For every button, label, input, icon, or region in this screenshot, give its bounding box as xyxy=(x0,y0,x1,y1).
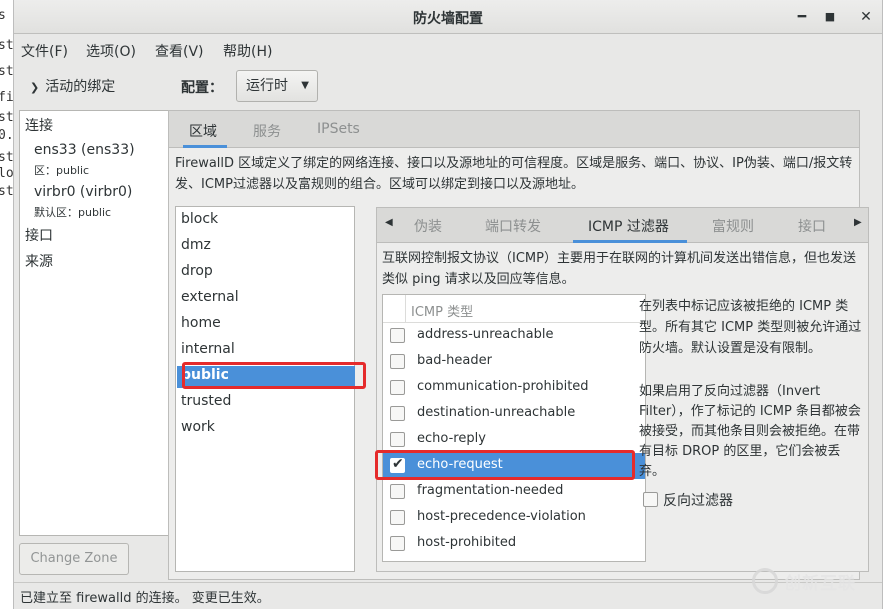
icmp-list-header: ICMP 类型 xyxy=(383,295,645,323)
column-separator xyxy=(405,295,406,322)
icmp-type-column-header[interactable]: ICMP 类型 xyxy=(411,301,473,320)
invert-filter-label[interactable]: 反向过滤器 xyxy=(663,490,733,510)
tab-icmp-filter[interactable]: ICMP 过滤器 xyxy=(588,216,669,236)
highlight-box-public xyxy=(182,362,366,389)
menu-bar: 文件(F) 选项(O) 查看(V) 帮助(H) xyxy=(14,34,882,64)
icmp-type-label: communication-prohibited xyxy=(417,379,589,394)
connections-header: 连接 xyxy=(25,118,53,134)
invert-filter-help-text: 如果启用了反向过滤器（Invert Filter），作了标记的 ICMP 条目都… xyxy=(639,384,861,479)
icmp-type-row[interactable]: host-precedence-violation xyxy=(383,505,645,531)
zone-item-home[interactable]: home xyxy=(181,315,221,331)
zone-settings-tabs: ◀ 伪装 端口转发 ICMP 过滤器 富规则 接口 ▶ xyxy=(376,207,869,243)
tab-rich-rules[interactable]: 富规则 xyxy=(712,216,754,236)
icmp-type-label: bad-header xyxy=(417,353,492,368)
terminal-fragment: st xyxy=(0,64,14,79)
zone-item-drop[interactable]: drop xyxy=(181,263,213,279)
tab-interfaces[interactable]: 接口 xyxy=(798,216,826,236)
icmp-type-row[interactable]: address-unreachable xyxy=(383,323,645,349)
active-bindings-toggle[interactable]: ❯ 活动的绑定 xyxy=(30,76,115,96)
watermark-logo: 创新互联 xyxy=(752,566,882,594)
zone-item-work[interactable]: work xyxy=(181,419,215,435)
icmp-type-label: destination-unreachable xyxy=(417,405,576,420)
icmp-type-row[interactable]: bad-header xyxy=(383,349,645,375)
firewall-config-window: 防火墙配置 ━ ■ ✕ 文件(F) 选项(O) 查看(V) 帮助(H) ❯ 活动的… xyxy=(14,0,882,609)
chevron-down-icon: ❯ xyxy=(30,81,40,94)
icmp-type-label: host-prohibited xyxy=(417,535,517,550)
config-label: 配置： xyxy=(181,80,223,96)
background-terminal: sststfist0.stlost xyxy=(0,0,14,609)
icmp-type-row[interactable]: fragmentation-needed xyxy=(383,479,645,505)
minimize-icon[interactable]: ━ xyxy=(792,7,812,27)
invert-filter-checkbox[interactable] xyxy=(643,492,658,507)
window-title: 防火墙配置 xyxy=(413,11,483,27)
menu-options[interactable]: 选项(O) xyxy=(86,41,136,61)
icmp-type-row[interactable]: communication-prohibited xyxy=(383,375,645,401)
terminal-fragment: fi xyxy=(0,90,14,105)
background-window-edge xyxy=(882,0,888,609)
interfaces-header: 接口 xyxy=(25,228,53,244)
terminal-fragment: st xyxy=(0,110,14,125)
bindings-list: 连接 ens33 (ens33) 区：public virbr0 (virbr0… xyxy=(19,110,169,536)
icmp-type-label: address-unreachable xyxy=(417,327,554,342)
icmp-type-row[interactable]: host-prohibited xyxy=(383,531,645,557)
tab-port-forwarding[interactable]: 端口转发 xyxy=(485,216,541,236)
tab-zones[interactable]: 区域 xyxy=(189,121,217,141)
terminal-fragment: lo xyxy=(0,166,14,181)
active-bindings-label: 活动的绑定 xyxy=(45,79,116,95)
icmp-type-checkbox[interactable] xyxy=(390,328,405,343)
maximize-icon[interactable]: ■ xyxy=(820,7,840,27)
menu-file[interactable]: 文件(F) xyxy=(21,41,68,61)
connection-ens33[interactable]: ens33 (ens33) xyxy=(34,142,135,158)
connection-ens33-zone: 区：public xyxy=(34,164,90,177)
title-bar[interactable]: 防火墙配置 ━ ■ ✕ xyxy=(14,0,882,34)
menu-view[interactable]: 查看(V) xyxy=(155,41,204,61)
zone-list: block dmz drop external home internal pu… xyxy=(175,206,355,572)
icmp-type-checkbox[interactable] xyxy=(390,406,405,421)
icmp-help-text: 在列表中标记应该被拒绝的 ICMP 类型。所有其它 ICMP 类型则被允许通过防… xyxy=(639,299,862,356)
icmp-type-checkbox[interactable] xyxy=(390,536,405,551)
icmp-type-checkbox[interactable] xyxy=(390,484,405,499)
dropdown-arrow-icon: ▼ xyxy=(301,80,309,91)
zone-item-dmz[interactable]: dmz xyxy=(181,237,211,253)
zone-item-internal[interactable]: internal xyxy=(181,341,235,357)
tabs-scroll-left-icon[interactable]: ◀ xyxy=(385,217,393,228)
main-tabs: 区域 服务 IPSets xyxy=(168,110,860,148)
icmp-type-checkbox[interactable] xyxy=(390,380,405,395)
menu-help[interactable]: 帮助(H) xyxy=(223,41,272,61)
watermark-text: 创新互联 xyxy=(784,574,856,594)
tab-services[interactable]: 服务 xyxy=(253,121,281,141)
icmp-description: 互联网控制报文协议（ICMP）主要用于在联网的计算机间发送出错信息，但也发送类似… xyxy=(382,251,856,287)
highlight-box-echo-request xyxy=(375,450,635,480)
status-text: 已建立至 firewalld 的连接。 变更已生效。 xyxy=(20,591,270,606)
terminal-fragment: s xyxy=(0,8,6,23)
zone-item-block[interactable]: block xyxy=(181,211,218,227)
icmp-type-label: echo-reply xyxy=(417,431,486,446)
config-select[interactable]: 运行时 ▼ xyxy=(236,70,318,102)
icmp-type-list: ICMP 类型 address-unreachable bad-header com… xyxy=(382,294,646,562)
terminal-fragment: st xyxy=(0,38,14,53)
zone-item-trusted[interactable]: trusted xyxy=(181,393,231,409)
icmp-type-checkbox[interactable] xyxy=(390,510,405,525)
change-zone-button[interactable]: Change Zone xyxy=(19,543,129,575)
icmp-type-checkbox[interactable] xyxy=(390,354,405,369)
tab-ipsets[interactable]: IPSets xyxy=(317,121,360,137)
watermark-logo-icon xyxy=(752,568,778,594)
connection-virbr0[interactable]: virbr0 (virbr0) xyxy=(34,184,132,200)
zone-item-external[interactable]: external xyxy=(181,289,239,305)
tabs-scroll-right-icon[interactable]: ▶ xyxy=(854,217,862,228)
zone-description: FirewallD 区域定义了绑定的网络连接、接口以及源地址的可信程度。区域是服… xyxy=(175,156,853,192)
icmp-type-row[interactable]: destination-unreachable xyxy=(383,401,645,427)
config-value: 运行时 xyxy=(246,78,288,94)
close-icon[interactable]: ✕ xyxy=(856,7,876,27)
icmp-type-label: fragmentation-needed xyxy=(417,483,564,498)
tab-masquerade[interactable]: 伪装 xyxy=(414,216,442,236)
sources-header: 来源 xyxy=(25,254,53,270)
connection-virbr0-zone: 默认区：public xyxy=(34,206,112,219)
terminal-fragment: st xyxy=(0,184,14,199)
terminal-fragment: 0. xyxy=(0,128,14,143)
icmp-type-checkbox[interactable] xyxy=(390,432,405,447)
terminal-fragment: st xyxy=(0,150,14,165)
icmp-type-label: host-precedence-violation xyxy=(417,509,586,524)
